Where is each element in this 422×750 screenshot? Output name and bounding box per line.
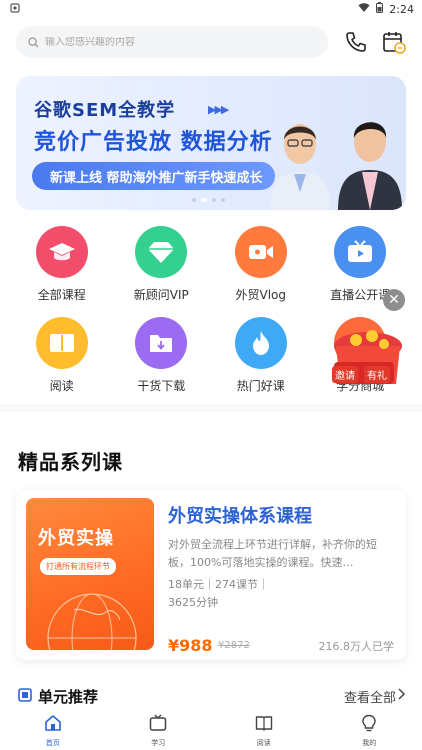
carousel-dot[interactable] [212, 198, 216, 202]
nav-label: 学习 [151, 739, 166, 747]
calendar-coin-icon[interactable] [380, 28, 408, 56]
instructor-photo [334, 98, 406, 210]
course-units: 18单元｜274课节｜ [168, 578, 269, 591]
section-title: 精品系列课 [18, 450, 123, 474]
unit-section-icon [18, 687, 32, 706]
phone-icon[interactable] [342, 28, 370, 56]
arrows-icon: ▶▶▶ [208, 103, 229, 116]
cover-title: 外贸实操 [38, 528, 114, 549]
banner-title: 谷歌SEM全教学 [34, 100, 176, 121]
status-bar: 2:24 [0, 0, 422, 18]
invite-promo-float[interactable]: 邀请 有礼 [322, 318, 408, 396]
battery-icon [376, 2, 384, 16]
category-label: 全部课程 [37, 288, 86, 302]
search-box[interactable] [16, 26, 328, 58]
search-input[interactable] [45, 36, 285, 48]
carousel-dot[interactable] [192, 198, 196, 202]
learner-count: 216.8万人已学 [318, 640, 395, 653]
download-folder-icon [135, 317, 188, 369]
video-camera-icon [234, 226, 287, 278]
unit-section-header: 单元推荐 查看全部 [18, 684, 406, 708]
course-title: 外贸实操体系课程 [168, 506, 312, 527]
category-vlog[interactable]: 外贸Vlog [211, 226, 311, 303]
chevron-right-icon [398, 688, 406, 704]
category-label: 新顾问VIP [133, 288, 189, 302]
cover-tagline: 打通所有流程环节 [40, 558, 116, 575]
wifi-icon [358, 2, 370, 16]
diamond-icon [135, 226, 188, 278]
graduation-cap-icon [35, 226, 88, 278]
category-reading[interactable]: 阅读 [12, 317, 112, 394]
promo-text-left: 邀请 [332, 366, 358, 383]
banner-subtitle: 竞价广告投放 数据分析 [34, 130, 273, 155]
category-label: 阅读 [49, 379, 74, 393]
nav-reading[interactable]: 阅读 [211, 712, 317, 750]
settings-icon [10, 2, 20, 16]
course-card[interactable]: 外贸实操 打通所有流程环节 外贸实操体系课程 对外贸全流程上环节进行详解，补齐你… [16, 490, 406, 660]
home-icon [44, 714, 62, 736]
category-all-courses[interactable]: 全部课程 [12, 226, 112, 303]
category-vip[interactable]: 新顾问VIP [112, 226, 212, 303]
promo-text-right: 有礼 [364, 366, 390, 383]
nav-profile[interactable]: 我的 [317, 712, 422, 750]
lightbulb-icon [360, 714, 378, 736]
course-duration: 3625分钟 [168, 596, 218, 609]
banner-tag: 新课上线 帮助海外推广新手快速成长 [32, 162, 275, 190]
category-downloads[interactable]: 干货下载 [112, 317, 212, 394]
course-old-price: ¥2872 [218, 640, 250, 651]
section-divider [0, 404, 422, 412]
carousel-dot[interactable] [201, 198, 207, 202]
carousel-dot[interactable] [221, 198, 225, 202]
nav-label: 阅读 [256, 739, 271, 747]
unit-section-title: 单元推荐 [38, 687, 99, 706]
tv-icon [149, 714, 167, 736]
category-label: 干货下载 [137, 379, 186, 393]
instructor-photo [264, 102, 336, 210]
course-cover-image: 外贸实操 打通所有流程环节 [26, 498, 154, 650]
search-icon [28, 33, 39, 52]
nav-home[interactable]: 首页 [0, 712, 106, 750]
category-hot-courses[interactable]: 热门好课 [211, 317, 311, 394]
bottom-nav: 首页 学习 阅读 我的 [0, 712, 422, 750]
view-all-label: 查看全部 [343, 690, 396, 706]
close-icon[interactable]: ✕ [383, 289, 405, 311]
view-all-link[interactable]: 查看全部 [344, 687, 406, 706]
category-label: 热门好课 [236, 379, 285, 393]
book-icon [255, 714, 273, 736]
globe-icon [47, 593, 137, 650]
search-row [16, 26, 408, 58]
promo-banner[interactable]: 谷歌SEM全教学 ▶▶▶ 竞价广告投放 数据分析 新课上线 帮助海外推广新手快速… [16, 76, 406, 210]
nav-label: 我的 [362, 739, 377, 747]
status-time: 2:24 [389, 2, 414, 16]
course-price: ¥988 [168, 636, 213, 655]
book-icon [35, 317, 88, 369]
category-label: 外贸Vlog [235, 288, 286, 302]
nav-study[interactable]: 学习 [106, 712, 212, 750]
flame-icon [234, 317, 287, 369]
course-description: 对外贸全流程上环节进行详解，补齐你的短板，100%可落地实操的课程。快速… [168, 538, 377, 569]
category-label: 直播公开课 [330, 288, 391, 302]
nav-label: 首页 [45, 739, 60, 747]
carousel-indicator [192, 198, 225, 202]
tv-icon [334, 226, 387, 278]
